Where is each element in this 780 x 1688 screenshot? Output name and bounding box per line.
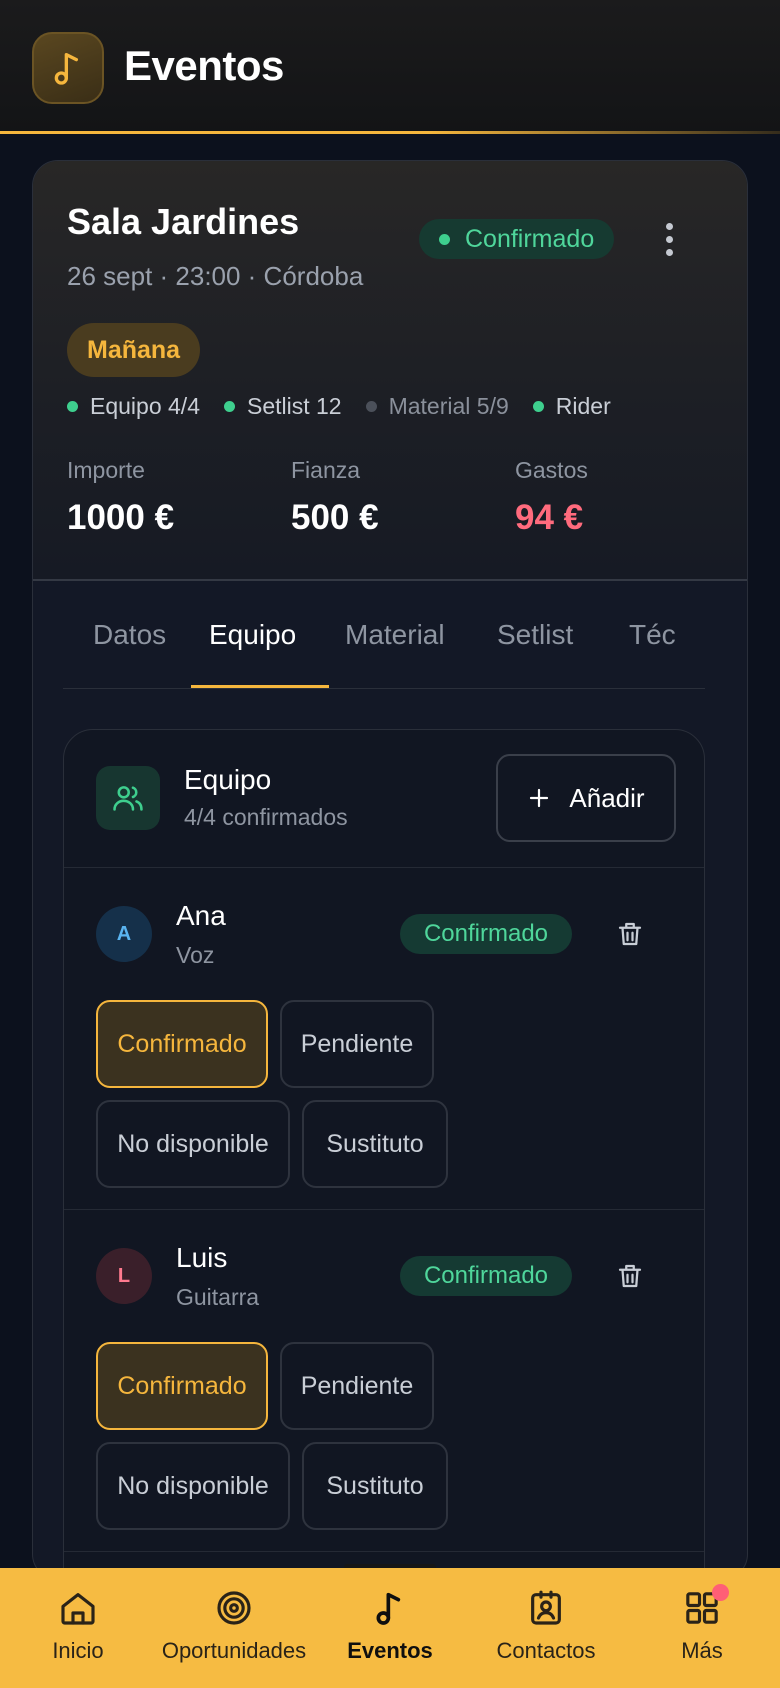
bottom-nav: Inicio Oportunidades Eventos Contactos M… — [0, 1568, 780, 1688]
event-card: Sala Jardines 26 sept · 23:00 · Córdoba … — [32, 160, 748, 1580]
nav-label: Oportunidades — [161, 1638, 307, 1663]
nav-item-inicio[interactable]: Inicio — [0, 1568, 156, 1688]
check-dot-icon — [365, 401, 377, 412]
check-rider: Rider — [532, 393, 611, 420]
nav-item-contactos[interactable]: Contactos — [468, 1568, 624, 1688]
importe-value: 1000 € — [67, 498, 175, 537]
music-note-icon[interactable] — [32, 32, 104, 104]
nav-label: Inicio — [52, 1638, 104, 1663]
member-status-badge: Confirmado — [400, 1256, 572, 1296]
check-equipo: Equipo 4/4 — [67, 393, 200, 420]
trash-icon[interactable] — [610, 914, 650, 954]
check-dot-icon — [67, 401, 78, 412]
target-icon — [217, 1591, 251, 1625]
status-option-no-disponible[interactable]: No disponible — [96, 1100, 290, 1188]
music-note-icon — [376, 1592, 401, 1625]
member-role: Voz — [176, 942, 215, 968]
event-summary: Sala Jardines 26 sept · 23:00 · Córdoba … — [33, 161, 747, 581]
nav-item-mas[interactable]: Más — [624, 1568, 780, 1688]
tab-datos[interactable]: Datos — [93, 581, 166, 688]
tab-equipo[interactable]: Equipo — [209, 581, 296, 688]
status-option-confirmado[interactable]: Confirmado — [96, 1342, 268, 1430]
gastos-value: 94 € — [515, 498, 584, 537]
status-option-sustituto[interactable]: Sustituto — [302, 1100, 448, 1188]
notification-badge — [712, 1584, 729, 1601]
member-name: Luis — [176, 1242, 228, 1273]
event-meta: 26 sept · 23:00 · Córdoba — [67, 261, 364, 291]
check-dot-icon — [223, 401, 235, 412]
member-status-badge: Confirmado — [400, 914, 572, 954]
team-subtitle: 4/4 confirmados — [184, 804, 348, 830]
fianza-stat: Fianza 500 € — [291, 457, 379, 538]
team-member-row: L Luis Guitarra Confirmado Confirmado Pe… — [64, 1210, 704, 1552]
event-status-label: Confirmado — [465, 225, 595, 253]
event-status-badge: Confirmado — [419, 219, 615, 259]
importe-label: Importe — [67, 457, 145, 483]
nav-item-eventos[interactable]: Eventos — [312, 1568, 468, 1688]
add-member-button[interactable]: Añadir — [496, 754, 676, 842]
header-divider — [0, 131, 780, 134]
check-label: Material 5/9 — [388, 393, 509, 419]
member-name: Ana — [176, 900, 226, 931]
users-icon — [96, 766, 160, 830]
check-material: Material 5/9 — [365, 393, 509, 420]
fianza-value: 500 € — [291, 498, 379, 537]
contact-card-icon — [531, 1590, 561, 1625]
check-setlist: Setlist 12 — [223, 393, 342, 420]
check-label: Rider — [555, 393, 611, 419]
team-title: Equipo — [184, 764, 272, 795]
event-tag-badge: Mañana — [67, 323, 201, 377]
tab-tecnico[interactable]: Téc — [629, 581, 676, 688]
home-icon — [61, 1593, 95, 1625]
active-tab-indicator — [191, 685, 329, 688]
tab-bar: Datos Equipo Material Setlist Téc — [63, 581, 705, 689]
more-options-icon[interactable] — [649, 219, 689, 259]
nav-label: Más — [681, 1638, 723, 1663]
status-option-confirmado[interactable]: Confirmado — [96, 1000, 268, 1088]
app-header: Eventos — [0, 0, 780, 134]
status-dot-icon — [439, 234, 450, 245]
status-option-pendiente[interactable]: Pendiente — [280, 1342, 434, 1430]
trash-icon[interactable] — [610, 1256, 650, 1296]
nav-item-oportunidades[interactable]: Oportunidades — [156, 1568, 312, 1688]
tab-material[interactable]: Material — [345, 581, 445, 688]
member-role: Guitarra — [176, 1284, 260, 1310]
check-dot-icon — [532, 401, 544, 412]
team-panel-header: Equipo 4/4 confirmados Añadir — [64, 730, 704, 868]
gastos-label: Gastos — [515, 457, 588, 483]
team-panel: Equipo 4/4 confirmados Añadir A Ana Voz … — [63, 729, 705, 1579]
plus-icon — [530, 788, 549, 808]
avatar: L — [96, 1248, 152, 1304]
nav-label: Eventos — [347, 1638, 433, 1663]
team-member-row: A Ana Voz Confirmado Confirmado Pendient… — [64, 868, 704, 1210]
event-name: Sala Jardines — [67, 201, 300, 242]
status-option-no-disponible[interactable]: No disponible — [96, 1442, 290, 1530]
avatar: A — [96, 906, 152, 962]
check-label: Equipo 4/4 — [90, 393, 200, 419]
status-option-pendiente[interactable]: Pendiente — [280, 1000, 434, 1088]
page-title: Eventos — [124, 42, 284, 89]
event-checklist: Equipo 4/4 Setlist 12 Material 5/9 Rider — [67, 393, 611, 420]
nav-label: Contactos — [496, 1638, 596, 1663]
add-member-label: Añadir — [569, 782, 645, 813]
importe-stat: Importe 1000 € — [67, 457, 174, 538]
check-label: Setlist 12 — [246, 393, 342, 419]
tab-setlist[interactable]: Setlist — [497, 581, 573, 688]
fianza-label: Fianza — [291, 457, 361, 483]
gastos-stat: Gastos 94 € — [515, 457, 588, 538]
status-option-sustituto[interactable]: Sustituto — [302, 1442, 448, 1530]
